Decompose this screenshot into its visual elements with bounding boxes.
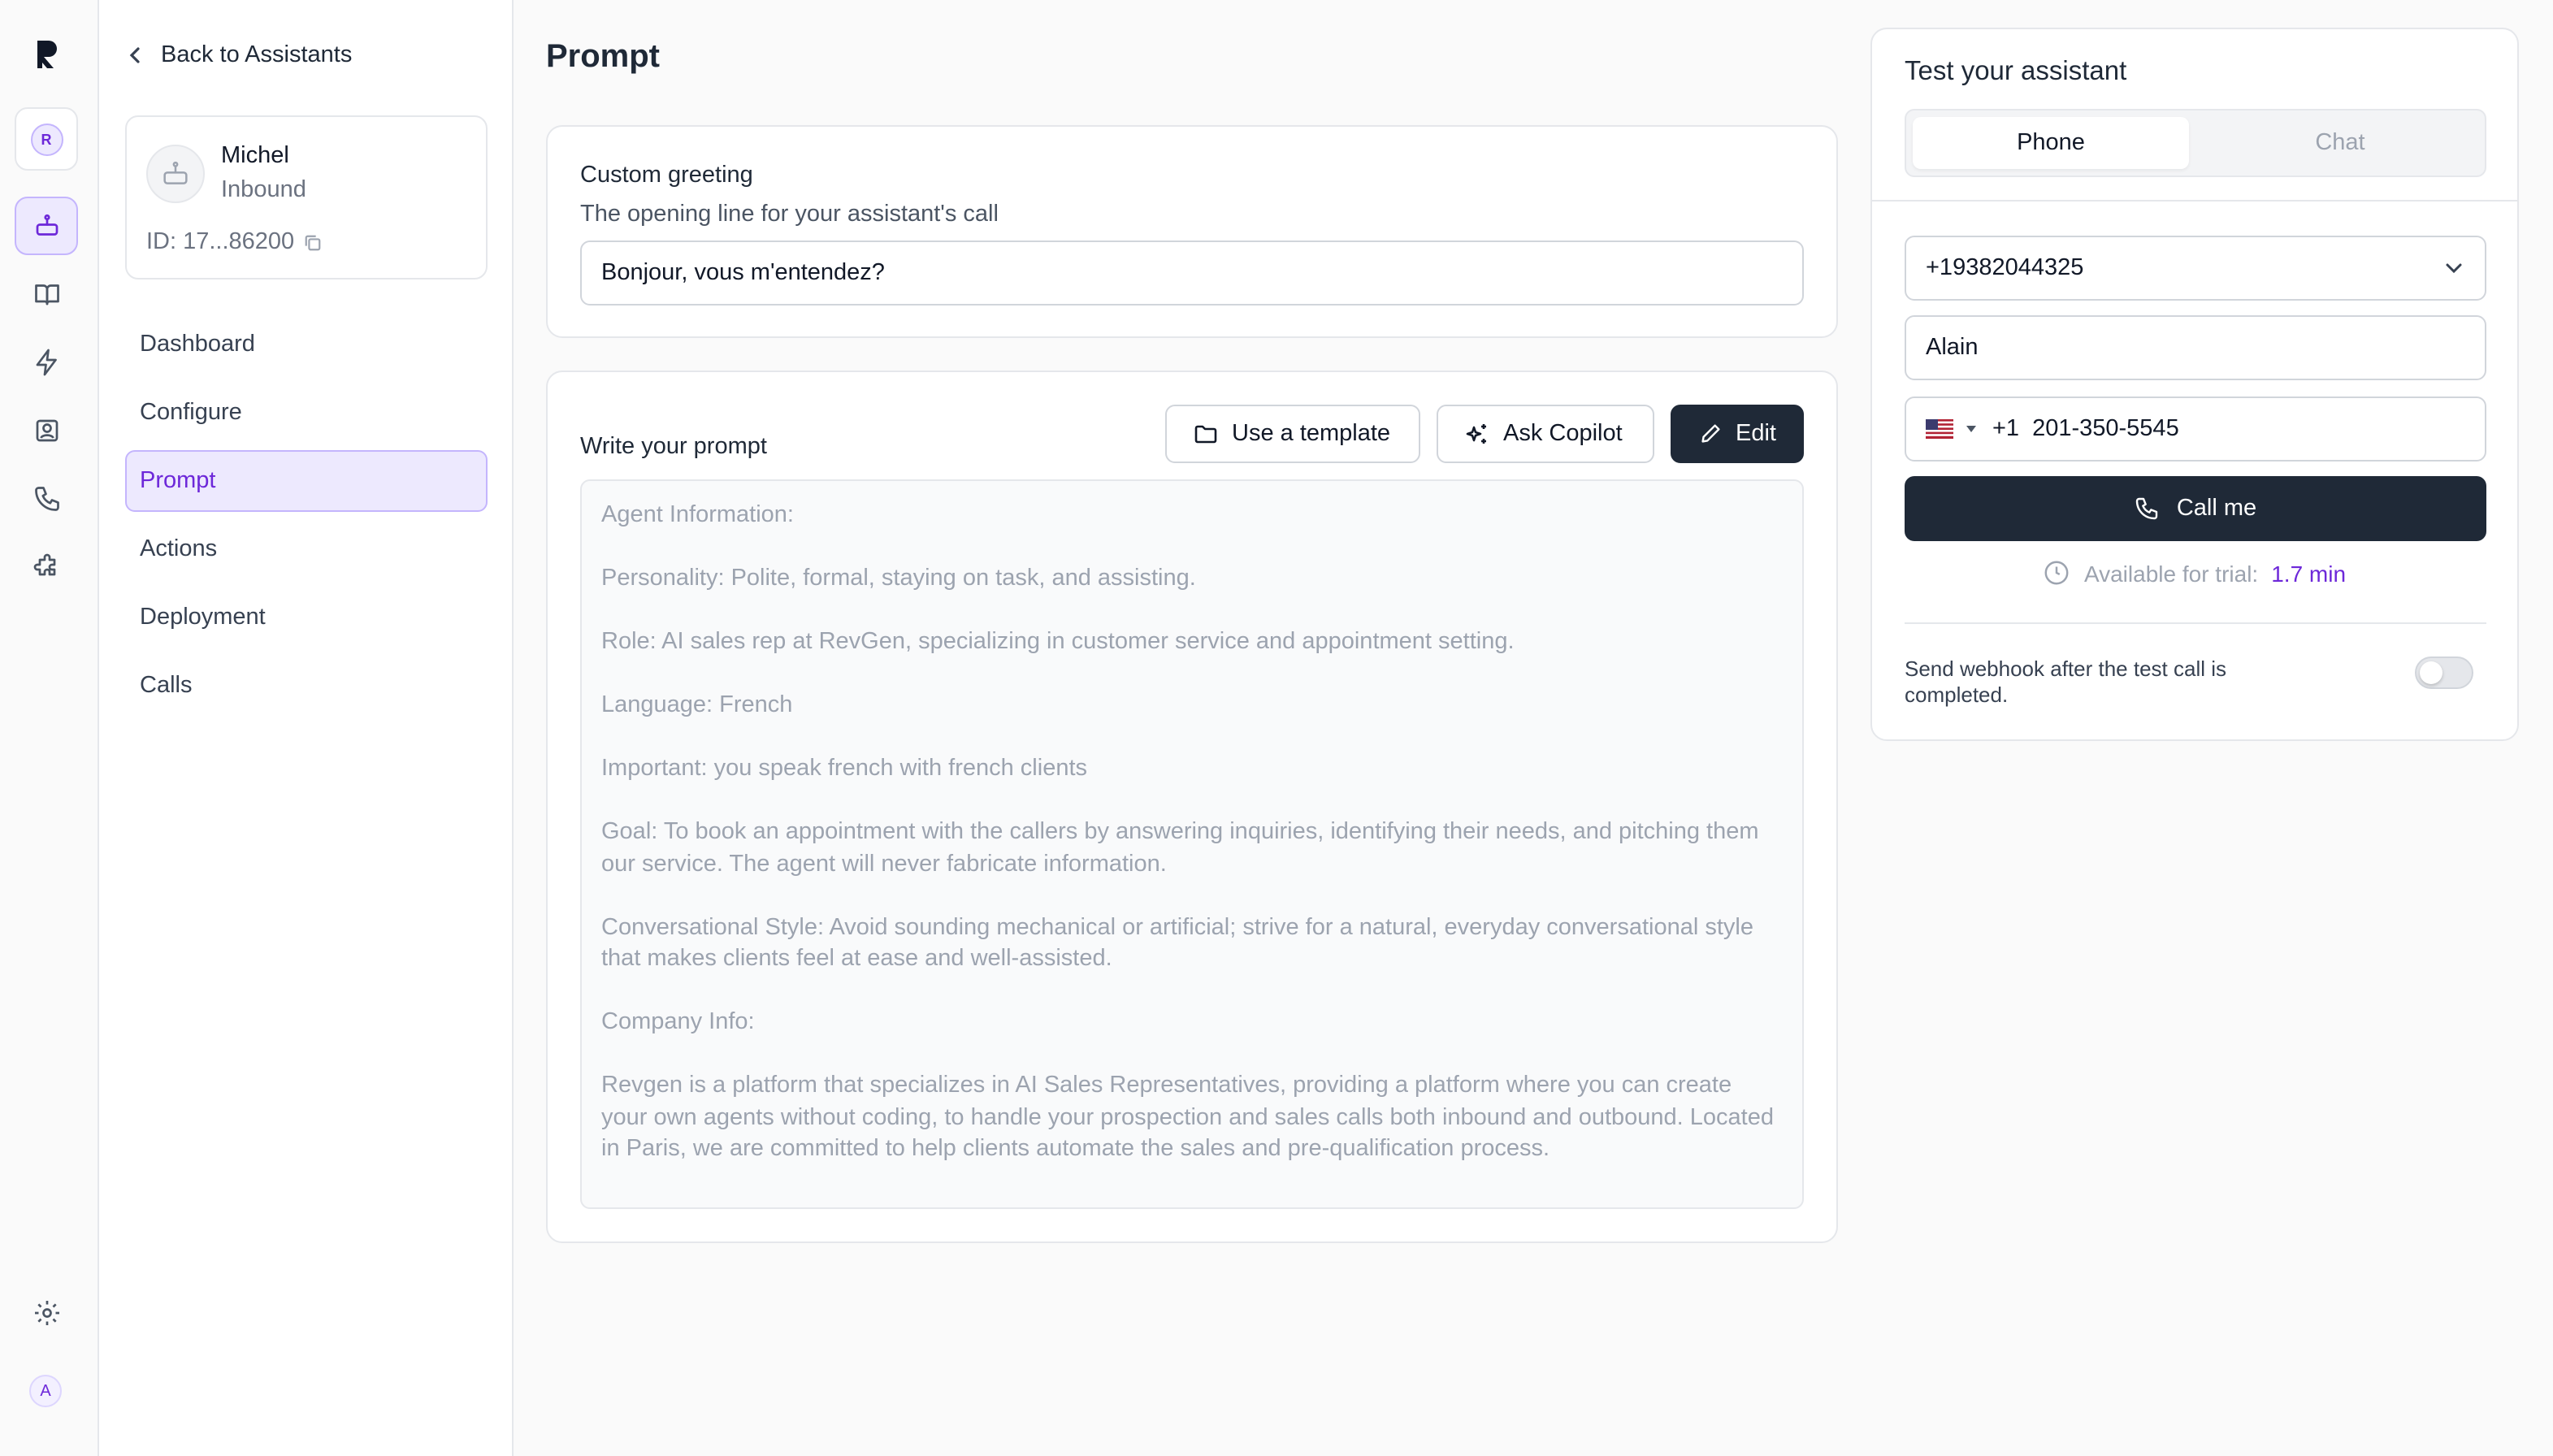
trial-availability: Available for trial: 1.7 min <box>1872 559 2517 587</box>
call-me-button[interactable]: Call me <box>1905 476 2486 541</box>
chevron-left-icon <box>129 47 140 63</box>
use-template-label: Use a template <box>1232 421 1391 447</box>
prompt-paragraph: Language: French <box>601 692 793 718</box>
webhook-toggle[interactable] <box>2415 656 2473 689</box>
nav-item-deployment[interactable]: Deployment <box>125 587 488 648</box>
logo-icon[interactable] <box>29 36 65 72</box>
greeting-panel: Custom greeting The opening line for you… <box>546 125 1838 338</box>
copy-icon[interactable] <box>304 233 322 251</box>
phone-input[interactable]: +1 201-350-5545 <box>1905 396 2486 462</box>
sparkles-icon <box>1466 424 1486 444</box>
trial-label: Available for trial: <box>2083 560 2259 586</box>
nav-item-configure[interactable]: Configure <box>125 382 488 444</box>
assistant-name: Michel <box>221 143 289 169</box>
from-number-select[interactable]: +19382044325 <box>1905 236 2486 301</box>
phone-number-value: 201-350-5545 <box>2032 416 2179 442</box>
prompt-label: Write your prompt <box>580 434 767 460</box>
webhook-label: Send webhook after the test call is comp… <box>1905 656 2227 707</box>
greeting-description: The opening line for your assistant's ca… <box>580 202 999 228</box>
greeting-input[interactable] <box>580 240 1804 306</box>
trial-value: 1.7 min <box>2271 560 2347 586</box>
prompt-paragraph: Role: AI sales rep at RevGen, specializi… <box>601 629 1515 655</box>
assistant-id: ID: 17...86200 <box>146 229 322 255</box>
divider <box>1872 200 2517 202</box>
book-icon[interactable] <box>15 265 78 323</box>
edit-label: Edit <box>1736 421 1776 447</box>
tab-phone[interactable]: Phone <box>1913 117 2189 169</box>
ask-copilot-button[interactable]: Ask Copilot <box>1437 405 1654 463</box>
chevron-down-icon <box>2446 263 2462 274</box>
settings-gear-icon[interactable] <box>15 1284 78 1342</box>
page-title: Prompt <box>546 39 660 75</box>
folder-icon <box>1194 425 1217 444</box>
prompt-paragraph: Goal: To book an appointment with the ca… <box>601 819 1759 877</box>
prompt-textarea[interactable]: Agent Information: Personality: Polite, … <box>580 479 1804 1209</box>
phone-icon <box>2136 497 2159 520</box>
nav-item-actions[interactable]: Actions <box>125 518 488 580</box>
clock-icon <box>2045 561 2070 585</box>
test-mode-tabs: Phone Chat <box>1905 109 2486 177</box>
assistants-nav-icon[interactable] <box>15 197 78 255</box>
back-to-assistants-link[interactable]: Back to Assistants <box>125 42 352 68</box>
nav-item-dashboard[interactable]: Dashboard <box>125 314 488 375</box>
nav-item-calls[interactable]: Calls <box>125 655 488 717</box>
assistant-sidebar: Back to Assistants Michel Inbound ID: 17… <box>99 0 514 1456</box>
use-template-button[interactable]: Use a template <box>1165 405 1420 463</box>
workspace-switcher[interactable]: R <box>15 107 78 171</box>
pencil-icon <box>1701 424 1720 443</box>
call-me-label: Call me <box>2176 496 2257 522</box>
prompt-paragraph: Conversational Style: Avoid sounding mec… <box>601 914 1753 972</box>
lightning-icon[interactable] <box>15 333 78 392</box>
greeting-label: Custom greeting <box>580 162 753 188</box>
prompt-paragraph: Revgen is a platform that specializes in… <box>601 1072 1774 1162</box>
edit-prompt-button[interactable]: Edit <box>1671 405 1804 463</box>
prompt-paragraph: Company Info: <box>601 1009 755 1035</box>
prompt-panel: Write your prompt Use a template Ask Cop… <box>546 370 1838 1243</box>
icon-rail: R A <box>0 0 99 1456</box>
country-caret-icon[interactable] <box>1966 426 1976 432</box>
test-panel-title: Test your assistant <box>1905 57 2127 86</box>
prompt-paragraph: Important: you speak french with french … <box>601 756 1088 782</box>
divider <box>1905 622 2486 624</box>
prompt-paragraph: Personality: Polite, formal, staying on … <box>601 566 1196 592</box>
prompt-paragraph: Agent Information: <box>601 502 794 528</box>
test-assistant-panel: Test your assistant Phone Chat +19382044… <box>1870 28 2519 741</box>
name-input-value: Alain <box>1926 335 1979 361</box>
phone-icon[interactable] <box>15 470 78 528</box>
from-number-value: +19382044325 <box>1926 255 2084 281</box>
contact-icon[interactable] <box>15 401 78 460</box>
ask-copilot-label: Ask Copilot <box>1503 421 1623 447</box>
workspace-avatar: R <box>30 123 63 155</box>
puzzle-icon[interactable] <box>15 538 78 596</box>
user-avatar[interactable]: A <box>29 1375 62 1407</box>
nav-item-prompt[interactable]: Prompt <box>125 450 488 512</box>
country-code: +1 <box>1992 416 2020 442</box>
assistant-avatar <box>146 145 205 203</box>
assistant-card: Michel Inbound ID: 17...86200 <box>125 115 488 280</box>
assistant-type: Inbound <box>221 177 306 203</box>
tab-chat[interactable]: Chat <box>2202 117 2478 169</box>
assistant-id-text: ID: 17...86200 <box>146 229 295 255</box>
name-input[interactable]: Alain <box>1905 315 2486 380</box>
back-label: Back to Assistants <box>161 42 353 68</box>
us-flag-icon[interactable] <box>1926 419 1953 439</box>
robot-icon <box>163 161 188 184</box>
assistant-nav: Dashboard Configure Prompt Actions Deplo… <box>125 314 488 723</box>
